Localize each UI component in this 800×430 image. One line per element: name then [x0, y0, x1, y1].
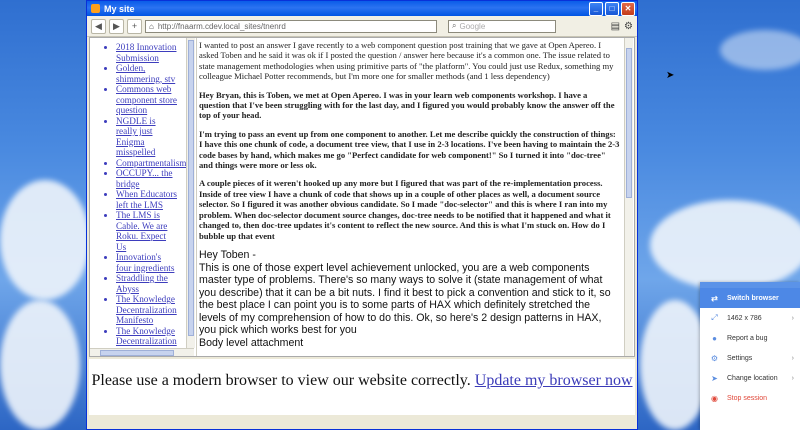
answer-subheading: Body level attachment — [199, 337, 304, 350]
sidebar-link[interactable]: 2018 Innovation Submission — [116, 42, 178, 63]
question-paragraph: I'm trying to pass an event up from one … — [199, 128, 620, 171]
gear-icon: ⚙ — [710, 353, 719, 363]
sidebar-link[interactable]: Straddling the Abyss — [116, 273, 178, 294]
back-button[interactable]: ◀ — [91, 18, 106, 34]
sidebar-link[interactable]: OCCUPY... the bridge — [116, 168, 178, 189]
resolution-item[interactable]: ⤢ 1462 x 786 › — [700, 308, 800, 328]
page-content: 2018 Innovation Submission Golden, shimm… — [89, 37, 635, 357]
cloud — [0, 180, 90, 300]
window-title: My site — [104, 3, 135, 14]
answer-greeting: Hey Toben - — [199, 248, 256, 261]
chevron-right-icon: › — [791, 354, 794, 362]
page-menu-icon[interactable]: ▤ — [611, 21, 620, 32]
location-icon: ➤ — [711, 373, 718, 383]
cloud — [720, 30, 800, 70]
chevron-right-icon: › — [791, 374, 794, 382]
mouse-cursor-icon: ➤ — [666, 70, 675, 81]
browser-warning-text: Please use a modern browser to view our … — [91, 372, 471, 389]
answer-paragraph: This is one of those expert level achiev… — [199, 261, 611, 337]
new-tab-button[interactable]: + — [127, 18, 142, 34]
swap-icon: ⇄ — [711, 293, 718, 303]
cloud — [650, 200, 800, 290]
browser-window: My site _ □ ✕ ◀ ▶ + ⌂ http://fnaarm.cdev… — [86, 0, 638, 430]
browser-warning-banner: Please use a modern browser to view our … — [89, 359, 635, 415]
app-icon — [91, 4, 100, 13]
sidebar-link[interactable]: The Knowledge Decentralization Manifesto — [116, 294, 178, 326]
article-scrollbar[interactable] — [624, 38, 633, 356]
chevron-right-icon: › — [791, 314, 794, 322]
nav-toolbar: ◀ ▶ + ⌂ http://fnaarm.cdev.local_sites/t… — [87, 16, 637, 37]
search-icon: ⌕ — [452, 21, 457, 30]
stop-session-item[interactable]: ◉ Stop session — [700, 388, 800, 408]
sidebar-link[interactable]: Commons web component store question — [116, 84, 178, 116]
settings-item[interactable]: ⚙ Settings › — [700, 348, 800, 368]
question-paragraph: Hey Bryan, this is Toben, we met at Open… — [199, 89, 615, 121]
change-location-item[interactable]: ➤ Change location › — [700, 368, 800, 388]
title-bar: My site _ □ ✕ — [87, 1, 637, 16]
session-menu: ⇄ Switch browser ⤢ 1462 x 786 › ● Report… — [700, 282, 800, 430]
forward-button[interactable]: ▶ — [109, 18, 124, 34]
sidebar-link[interactable]: Golden, shimmering, stv — [116, 63, 178, 84]
search-placeholder: Google — [459, 21, 486, 31]
search-input[interactable]: ⌕ Google — [448, 19, 556, 33]
home-icon[interactable]: ⌂ — [149, 22, 154, 31]
maximize-button[interactable]: □ — [605, 1, 619, 16]
address-bar[interactable]: ⌂ http://fnaarm.cdev.local_sites/tnenrd — [145, 19, 437, 33]
update-browser-link[interactable]: Update my browser now — [475, 372, 633, 389]
sidebar-link[interactable]: Innovation's four ingredients — [116, 252, 178, 273]
sidebar-link[interactable]: The LMS is Cable. We are Roku. Expect Us — [116, 210, 178, 252]
bug-icon: ● — [712, 333, 717, 343]
cloud — [0, 300, 80, 430]
report-bug-item[interactable]: ● Report a bug — [700, 328, 800, 348]
sidebar-link[interactable]: When Educators left the LMS — [116, 189, 178, 210]
url-text: http://fnaarm.cdev.local_sites/tnenrd — [157, 21, 286, 31]
sidebar-link[interactable]: Compartmentalism — [116, 158, 186, 169]
sidebar-scrollbar[interactable] — [186, 38, 195, 348]
sidebar-link[interactable]: NGDLE is really just Enigma misspelled — [116, 116, 178, 158]
question-paragraph: A couple pieces of it weren't hooked up … — [199, 178, 611, 241]
sidebar-frame: 2018 Innovation Submission Golden, shimm… — [90, 38, 186, 356]
sidebar-link-list: 2018 Innovation Submission Golden, shimm… — [90, 38, 186, 356]
close-button[interactable]: ✕ — [621, 1, 635, 16]
stop-icon: ◉ — [711, 393, 718, 403]
sidebar-horizontal-scrollbar[interactable] — [90, 348, 194, 356]
resize-icon: ⤢ — [711, 313, 718, 322]
article-intro: I wanted to post an answer I gave recent… — [199, 40, 614, 82]
switch-browser-item[interactable]: ⇄ Switch browser — [700, 288, 800, 308]
tools-gear-icon[interactable]: ⚙ — [624, 21, 633, 32]
minimize-button[interactable]: _ — [589, 1, 603, 16]
article-frame: I wanted to post an answer I gave recent… — [196, 38, 620, 356]
